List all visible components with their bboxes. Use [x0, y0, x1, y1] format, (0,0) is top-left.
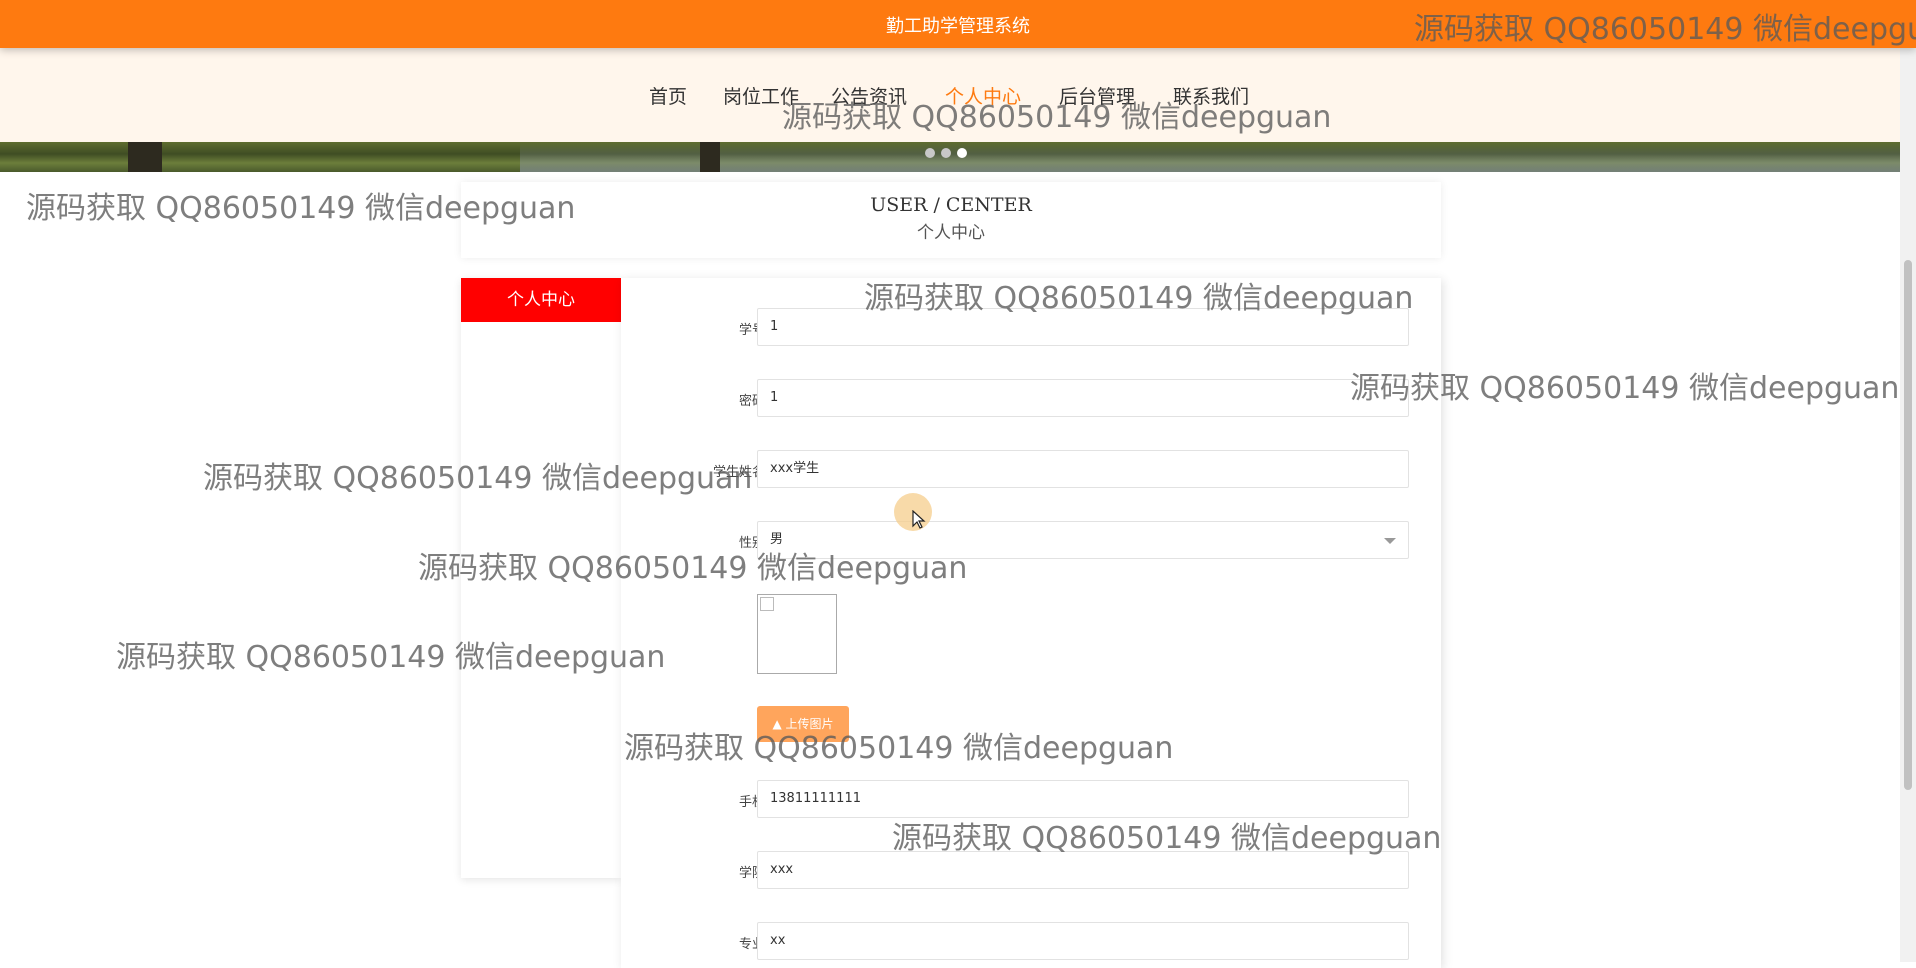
form-row-major: 专业 xx	[621, 922, 1441, 962]
scrollbar-thumb[interactable]	[1904, 260, 1912, 790]
avatar-preview	[757, 594, 837, 674]
nav-item-contact[interactable]: 联系我们	[1173, 82, 1249, 109]
upload-icon: ▲	[772, 717, 782, 731]
nav-item-admin[interactable]: 后台管理	[1059, 82, 1135, 109]
college-input[interactable]: xxx	[757, 851, 1409, 889]
upload-image-button[interactable]: ▲ 上传图片	[757, 706, 849, 742]
profile-form: 学号 1 密码 1 学生姓名 xxx学生 性别 男 ▲ 上传图片 手机 1381…	[621, 278, 1441, 968]
gender-select[interactable]: 男	[757, 521, 1409, 559]
form-row-student-name: 学生姓名 xxx学生	[621, 450, 1441, 490]
form-row-password: 密码 1	[621, 379, 1441, 419]
top-bar: 勤工助学管理系统	[0, 0, 1916, 48]
form-row-phone: 手机 13811111111	[621, 780, 1441, 820]
app-title: 勤工助学管理系统	[886, 16, 1030, 37]
nav-item-jobs[interactable]: 岗位工作	[723, 82, 799, 109]
banner-tree	[700, 142, 720, 172]
form-row-gender: 性别 男	[621, 521, 1441, 561]
student-id-input[interactable]: 1	[757, 308, 1409, 346]
page-heading-cn: 个人中心	[917, 223, 985, 243]
carousel-dot[interactable]	[941, 148, 951, 158]
nav-item-news[interactable]: 公告资讯	[831, 82, 907, 109]
mouse-cursor-icon	[912, 510, 926, 529]
gender-select-value: 男	[770, 532, 784, 547]
chevron-down-icon	[1384, 538, 1396, 544]
banner-road	[520, 142, 1900, 172]
page-heading: USER / CENTER 个人中心	[461, 182, 1441, 258]
page-heading-en: USER / CENTER	[870, 194, 1032, 216]
password-input[interactable]: 1	[757, 379, 1409, 417]
sidebar-item-personal-center[interactable]: 个人中心	[461, 278, 621, 322]
broken-image-icon	[760, 597, 774, 611]
main-nav: 首页 岗位工作 公告资讯 个人中心 后台管理 联系我们	[0, 48, 1900, 142]
nav-item-home[interactable]: 首页	[649, 82, 687, 109]
upload-image-label: 上传图片	[785, 717, 834, 731]
student-name-input[interactable]: xxx学生	[757, 450, 1409, 488]
form-row-college: 学院 xxx	[621, 851, 1441, 891]
major-input[interactable]: xx	[757, 922, 1409, 960]
nav-item-personal-center[interactable]: 个人中心	[945, 82, 1021, 109]
phone-input[interactable]: 13811111111	[757, 780, 1409, 818]
carousel-dot-active[interactable]	[957, 148, 967, 158]
carousel-indicators	[925, 143, 973, 162]
sidebar: 个人中心	[461, 278, 621, 878]
banner-tree	[128, 142, 162, 172]
form-row-student-id: 学号 1	[621, 308, 1441, 348]
carousel-dot[interactable]	[925, 148, 935, 158]
